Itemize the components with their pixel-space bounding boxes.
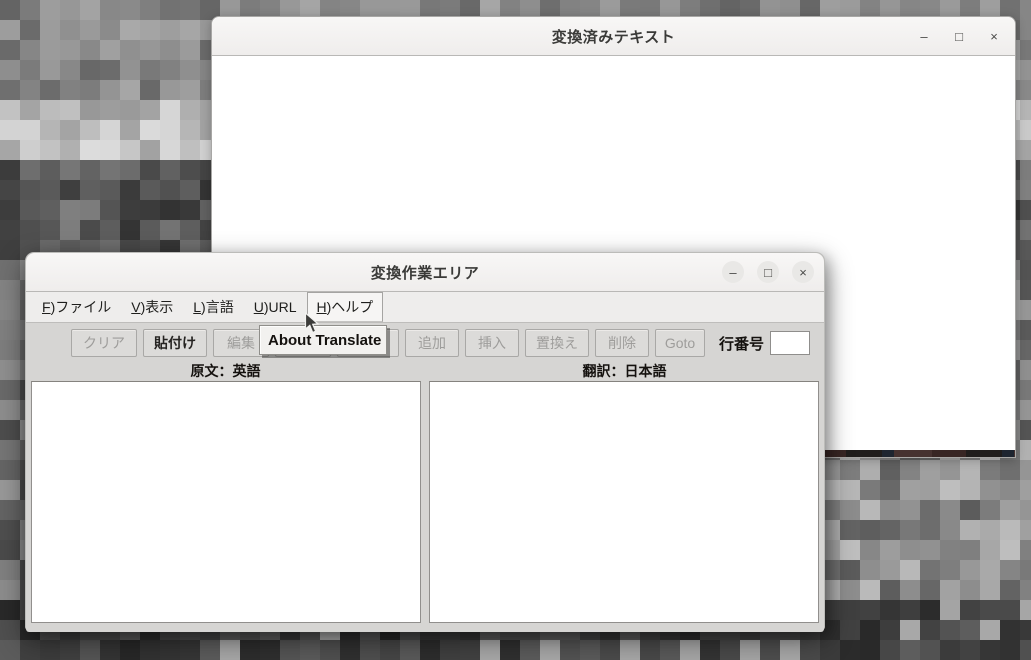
append-button: 追加 — [405, 329, 459, 357]
line-number-label: 行番号 — [719, 335, 765, 353]
output-window-titlebar[interactable]: 変換済みテキスト – □ × — [212, 17, 1015, 56]
minimize-icon[interactable]: – — [913, 25, 935, 47]
help-dropdown-menu: About Translate — [259, 325, 387, 355]
paste-button[interactable]: 貼付け — [143, 329, 207, 357]
target-pane-label: 翻訳：日本語 — [582, 363, 667, 379]
source-text-pane[interactable] — [31, 381, 421, 623]
menu-language[interactable]: L)言語 — [183, 292, 243, 322]
goto-button: Goto — [655, 329, 705, 357]
menu-help[interactable]: H)ヘルプ — [306, 292, 384, 322]
minimize-icon[interactable]: – — [722, 261, 744, 283]
output-window-title: 変換済みテキスト — [551, 28, 676, 46]
target-text-pane[interactable] — [429, 381, 819, 623]
work-window-titlebar[interactable]: 変換作業エリア – □ × — [26, 253, 824, 292]
menu-file[interactable]: F)ファイル — [32, 292, 121, 322]
work-window-bottom-edge — [26, 623, 824, 632]
about-translate-menu-item[interactable]: About Translate — [260, 326, 386, 354]
menu-view[interactable]: V)表示 — [121, 292, 183, 322]
clear-button: クリア — [71, 329, 137, 357]
close-icon[interactable]: × — [792, 261, 814, 283]
replace-button: 置換え — [525, 329, 589, 357]
line-number-input[interactable] — [770, 331, 811, 355]
delete-button: 削除 — [595, 329, 649, 357]
work-window: 変換作業エリア – □ × F)ファイル V)表示 L)言語 U)URL H)ヘ… — [25, 252, 825, 632]
menubar: F)ファイル V)表示 L)言語 U)URL H)ヘルプ — [26, 292, 824, 323]
close-icon[interactable]: × — [983, 25, 1005, 47]
maximize-icon[interactable]: □ — [948, 25, 970, 47]
insert-button: 挿入 — [465, 329, 519, 357]
work-window-title: 変換作業エリア — [370, 264, 480, 282]
toolbar: クリア 貼付け 編集 追加 挿入 置換え 削除 Goto 行番号 — [26, 323, 824, 363]
maximize-icon[interactable]: □ — [757, 261, 779, 283]
source-pane-label: 原文：英語 — [190, 363, 261, 379]
menu-url[interactable]: U)URL — [244, 292, 307, 322]
